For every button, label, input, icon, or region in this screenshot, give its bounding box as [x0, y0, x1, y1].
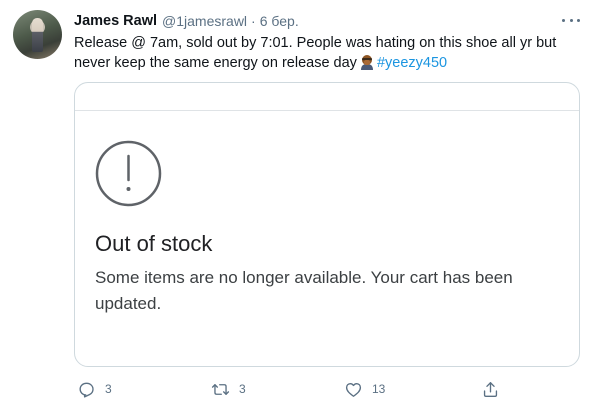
card-top-bar	[75, 83, 579, 111]
hashtag-link[interactable]: #yeezy450	[377, 55, 447, 71]
tweet-text-line-2-prefix: never keep the same energy on release da…	[74, 55, 357, 71]
card-title: Out of stock	[95, 231, 213, 256]
author-handle[interactable]: @1jamesrawl	[162, 13, 247, 29]
tweet-actions: 3 3 13	[74, 377, 574, 401]
tweet-text-line-1: Release @ 7am, sold out by 7:01. People …	[74, 35, 557, 51]
like-button[interactable]: 13	[344, 377, 385, 401]
heart-icon	[345, 382, 362, 397]
more-options-icon[interactable]	[562, 12, 580, 28]
avatar[interactable]	[13, 10, 62, 59]
card-message: Some items are no longer available. Your…	[95, 268, 513, 313]
share-button[interactable]	[481, 377, 500, 401]
tweet-header: James Rawl @1jamesrawl · 6 бер.	[74, 11, 299, 31]
retweet-icon	[211, 383, 230, 395]
author-name[interactable]: James Rawl	[74, 13, 157, 29]
header-separator: ·	[251, 13, 256, 29]
tweet-text-line-2: never keep the same energy on release da…	[74, 53, 574, 73]
facepalm-emoji-icon	[360, 55, 373, 70]
retweet-button[interactable]: 3	[211, 377, 246, 401]
avatar-figure	[32, 18, 43, 52]
alert-circle-icon	[95, 140, 162, 207]
retweet-count: 3	[239, 382, 246, 396]
share-icon	[483, 381, 498, 397]
tweet[interactable]: James Rawl @1jamesrawl · 6 бер. Release …	[0, 0, 595, 411]
like-count: 13	[372, 382, 386, 396]
reply-button[interactable]: 3	[77, 377, 112, 401]
tweet-text: Release @ 7am, sold out by 7:01. People …	[74, 33, 574, 73]
embedded-image-card[interactable]: Out of stock Some items are no longer av…	[74, 82, 580, 367]
tweet-timestamp[interactable]: 6 бер.	[260, 13, 299, 29]
reply-count: 3	[105, 382, 112, 396]
reply-icon	[79, 382, 94, 398]
